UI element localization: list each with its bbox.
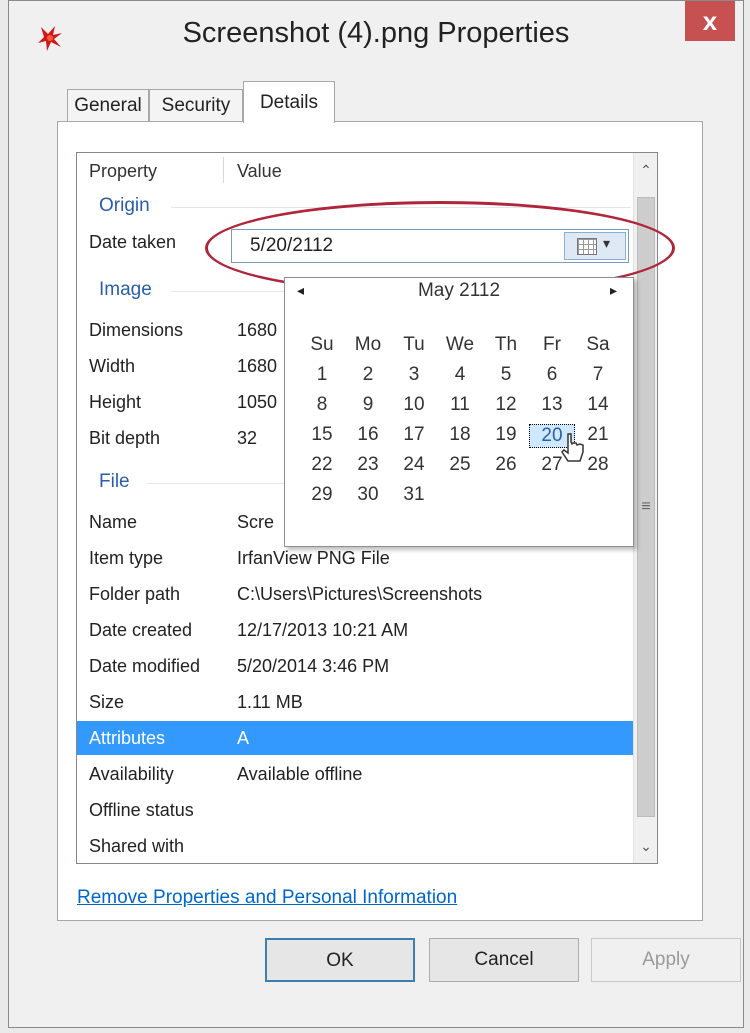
tab-details[interactable]: Details [243,81,335,123]
cancel-button[interactable]: Cancel [429,938,579,982]
scroll-up-icon[interactable]: ⌃ [634,153,657,187]
grid-header: Property Value [77,153,657,187]
row-value: IrfanView PNG File [237,548,390,568]
calendar-popup: ◂ May 2112 ▸ Su Mo Tu We Th Fr Sa 1 2 3 4 5 6 7 8 9 10 11… [284,277,634,547]
calendar-day[interactable]: 15 [299,424,345,446]
weekday-header: We [445,334,475,355]
row-name: Bit depth [89,428,161,448]
group-origin: Origin [99,195,150,216]
row-offline-status[interactable]: Offline status [77,793,639,827]
calendar-day[interactable]: 30 [345,484,391,506]
row-name: Dimensions [89,320,184,340]
calendar-day[interactable]: 24 [391,454,437,476]
scroll-thumb[interactable]: ≡ [637,197,655,817]
calendar-day[interactable]: 11 [437,394,483,416]
tab-security[interactable]: Security [149,89,243,123]
weekday-header: Sa [586,334,610,355]
calendar-day[interactable]: 1 [299,364,345,386]
title-bar: Screenshot (4).png Properties x [9,1,743,71]
column-divider[interactable] [223,157,224,183]
calendar-day[interactable]: 8 [299,394,345,416]
calendar-day[interactable]: 10 [391,394,437,416]
calendar-day[interactable]: 9 [345,394,391,416]
scroll-down-icon[interactable]: ⌄ [634,829,657,863]
row-value: 12/17/2013 10:21 AM [237,620,409,640]
row-value: 32 [237,428,258,448]
row-value: Scre [237,512,275,532]
remove-properties-link[interactable]: Remove Properties and Personal Informati… [77,887,457,909]
weekday-header: Su [310,334,334,355]
row-name: Width [89,356,136,376]
close-button[interactable]: x [685,1,735,41]
row-value: 1680 [237,356,278,376]
calendar-day[interactable]: 4 [437,364,483,386]
row-availability[interactable]: Availability Available offline [77,757,639,791]
calendar-day[interactable]: 23 [345,454,391,476]
row-name: Size [89,692,125,712]
calendar-day[interactable]: 3 [391,364,437,386]
row-size[interactable]: Size 1.11 MB [77,685,639,719]
calendar-day[interactable]: 19 [483,424,529,446]
calendar-day[interactable]: 25 [437,454,483,476]
calendar-day[interactable]: 7 [575,364,621,386]
row-name: Folder path [89,584,181,604]
tab-general[interactable]: General [67,89,149,123]
row-name: Date created [89,620,193,640]
calendar-day[interactable]: 12 [483,394,529,416]
row-value: 1680 [237,320,278,340]
row-value: Available offline [237,764,363,784]
calendar-day[interactable]: 31 [391,484,437,506]
calendar-day[interactable]: 14 [575,394,621,416]
row-date-modified[interactable]: Date modified 5/20/2014 3:46 PM [77,649,639,683]
group-file: File [99,471,130,492]
row-name: Date modified [89,656,201,676]
window-title: Screenshot (4).png Properties [182,17,570,49]
row-name: Availability [89,764,174,784]
calendar-day[interactable]: 17 [391,424,437,446]
row-value: 5/20/2014 3:46 PM [237,656,390,676]
apply-button[interactable]: Apply [591,938,741,982]
calendar-day[interactable]: 29 [299,484,345,506]
calendar-day[interactable]: 18 [437,424,483,446]
row-name: Date taken [89,232,177,252]
row-name: Shared with [89,836,185,856]
weekday-header: Fr [543,334,561,355]
calendar-day[interactable]: 2 [345,364,391,386]
group-image: Image [99,279,152,300]
row-value: 1.11 MB [237,692,303,712]
row-shared-with[interactable]: Shared with [77,829,639,863]
row-value: C:\Users\Pictures\Screenshots [237,584,483,604]
properties-window: Screenshot (4).png Properties x General … [8,0,744,1028]
ok-button[interactable]: OK [265,938,415,982]
mouse-cursor-icon [561,433,584,462]
row-attributes[interactable]: Attributes A [77,721,639,755]
row-folder-path[interactable]: Folder path C:\Users\Pictures\Screenshot… [77,577,639,611]
calendar-day[interactable]: 26 [483,454,529,476]
calendar-day[interactable]: 5 [483,364,529,386]
weekday-header: Tu [403,334,425,355]
calendar-day[interactable]: 22 [299,454,345,476]
row-name: Item type [89,548,164,568]
row-name: Name [89,512,138,532]
row-value: 1050 [237,392,278,412]
grip-icon: ≡ [641,498,651,515]
column-header-value[interactable]: Value [237,161,282,182]
row-date-created[interactable]: Date created 12/17/2013 10:21 AM [77,613,639,647]
calendar-day[interactable]: 13 [529,394,575,416]
row-value: A [237,728,250,748]
next-month-icon[interactable]: ▸ [610,282,617,299]
row-name: Attributes [89,728,166,748]
weekday-header: Th [494,334,518,355]
calendar-day[interactable]: 6 [529,364,575,386]
weekday-header: Mo [354,334,382,355]
column-header-property[interactable]: Property [89,161,157,182]
row-name: Height [89,392,142,412]
calendar-day[interactable]: 16 [345,424,391,446]
row-name: Offline status [89,800,194,820]
calendar-month-title[interactable]: May 2112 [285,280,633,302]
